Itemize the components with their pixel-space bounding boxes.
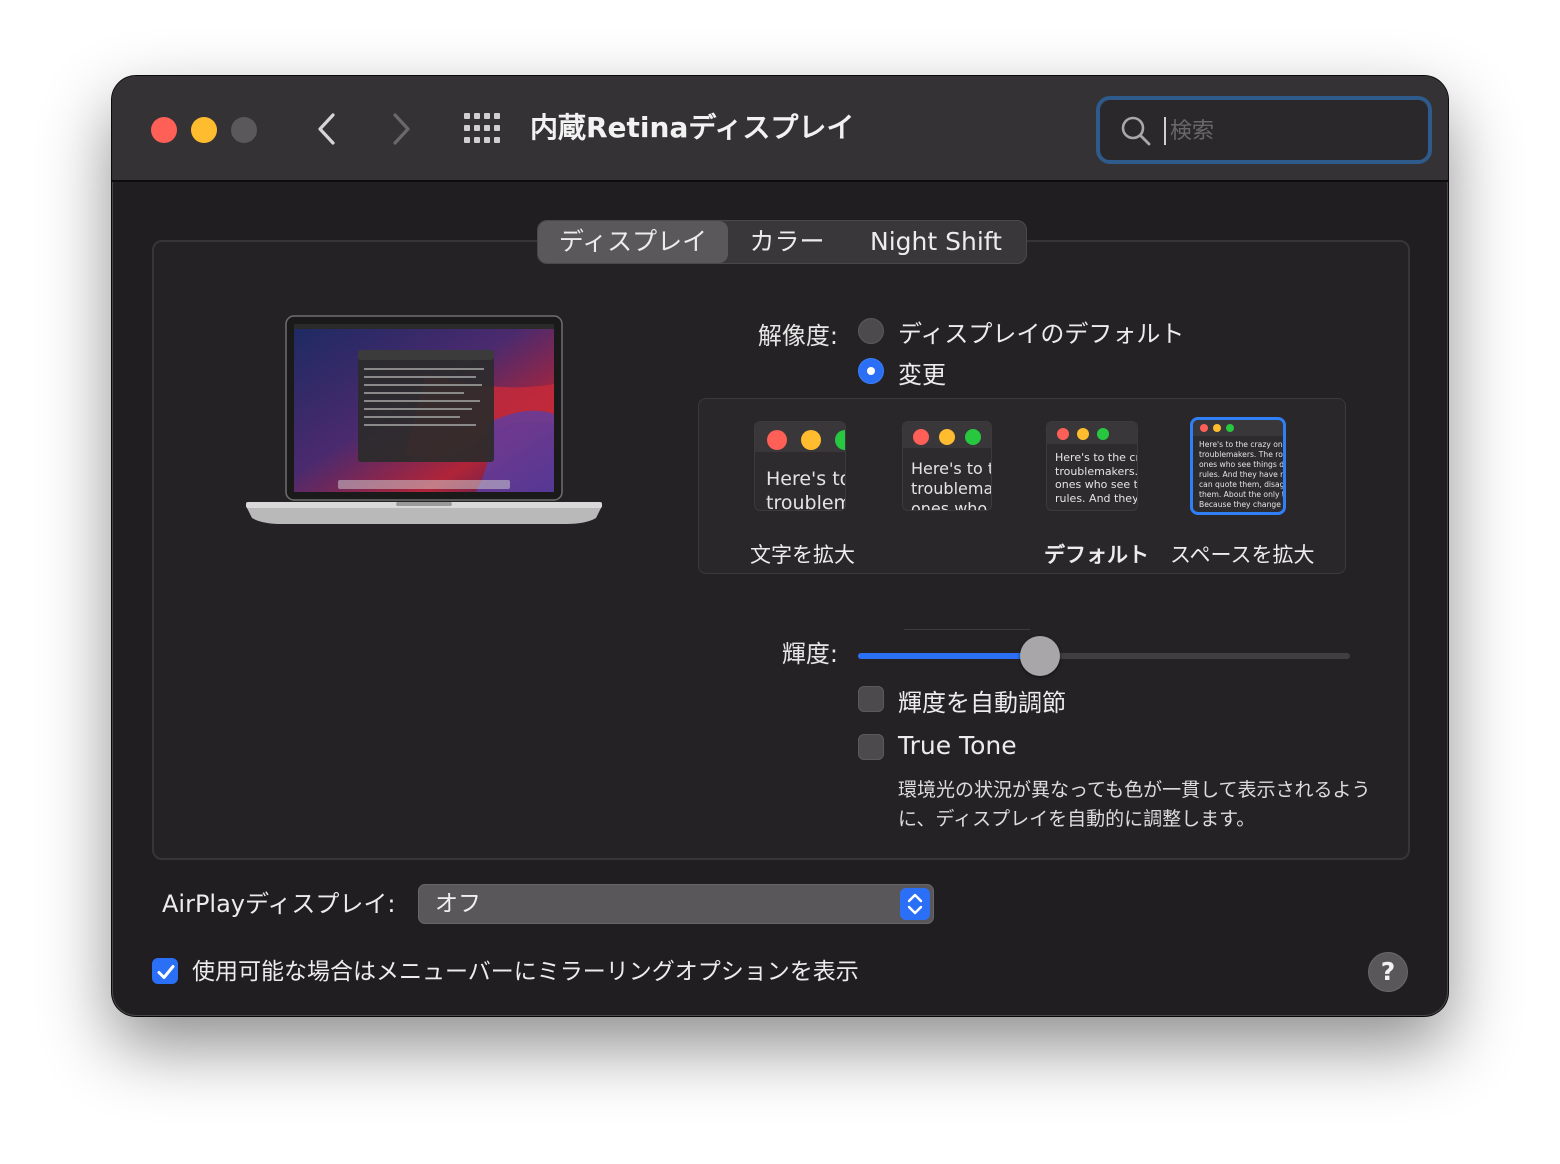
true-tone-label: True Tone xyxy=(898,731,1017,760)
preview-sample-text: Here's to the crazy one troublemakers. T… xyxy=(1199,440,1286,509)
updown-chevron-icon xyxy=(900,888,930,920)
scale-label-larger-text: 文字を拡大 xyxy=(750,543,855,567)
forward-arrow-icon[interactable] xyxy=(386,106,416,152)
tab-night-shift[interactable]: Night Shift xyxy=(846,221,1026,263)
back-arrow-icon[interactable] xyxy=(312,106,342,152)
preview-sample-text: Here's to t troublema ones who xyxy=(911,459,992,511)
text-caret xyxy=(1164,117,1166,145)
option-default-resolution-label: ディスプレイのデフォルト xyxy=(898,320,1185,348)
magnifier-icon xyxy=(1121,116,1151,146)
brightness-slider[interactable] xyxy=(858,636,1350,676)
radio-scaled-resolution[interactable] xyxy=(858,358,884,384)
auto-brightness-label: 輝度を自動調節 xyxy=(898,689,1066,717)
airplay-select-value: オフ xyxy=(435,891,481,917)
checkmark-icon xyxy=(157,965,175,979)
minimize-button[interactable] xyxy=(191,117,217,143)
resolution-preview-default[interactable]: Here's to the cr troublemakers. ones who… xyxy=(1046,421,1138,511)
brightness-slider-knob[interactable] xyxy=(1020,636,1061,676)
search-input[interactable] xyxy=(1168,110,1412,152)
resolution-preview-more-space[interactable]: Here's to the crazy one troublemakers. T… xyxy=(1190,417,1286,515)
scale-label-default: デフォルト xyxy=(1044,543,1149,567)
window-title: 内蔵Retinaディスプレイ xyxy=(530,111,855,144)
airplay-display-select[interactable]: オフ xyxy=(418,884,934,924)
preferences-window: 内蔵Retinaディスプレイ ディスプレイ カラー Night Shift xyxy=(112,76,1448,1016)
airplay-display-label: AirPlayディスプレイ: xyxy=(162,890,396,918)
mirroring-options-checkbox[interactable] xyxy=(152,958,178,984)
macbook-illustration xyxy=(246,315,602,524)
resolution-preview-2[interactable]: Here's to t troublema ones who xyxy=(902,421,992,511)
segmented-tabs: ディスプレイ カラー Night Shift xyxy=(537,220,1027,264)
auto-brightness-checkbox[interactable] xyxy=(858,686,884,712)
preview-sample-text: Here's to troublem xyxy=(766,468,846,511)
titlebar: 内蔵Retinaディスプレイ xyxy=(112,76,1448,182)
scale-divider xyxy=(904,629,1030,630)
tab-color[interactable]: カラー xyxy=(728,221,846,263)
search-field[interactable] xyxy=(1096,96,1432,164)
radio-default-resolution[interactable] xyxy=(858,318,884,344)
tab-display[interactable]: ディスプレイ xyxy=(538,221,728,263)
preview-sample-text: Here's to the cr troublemakers. ones who… xyxy=(1055,451,1138,505)
option-scaled-resolution-label: 変更 xyxy=(898,361,946,389)
brightness-label: 輝度: xyxy=(781,640,838,668)
zoom-button[interactable] xyxy=(231,117,257,143)
true-tone-description: 環境光の状況が異なっても色が一貫して表示されるように、ディスプレイを自動的に調整… xyxy=(898,779,1371,830)
true-tone-checkbox[interactable] xyxy=(858,734,884,760)
scale-label-more-space: スペースを拡大 xyxy=(1170,543,1315,567)
mirroring-options-label: 使用可能な場合はメニューバーにミラーリングオプションを表示 xyxy=(192,959,859,985)
help-button[interactable]: ? xyxy=(1368,952,1408,992)
resolution-label: 解像度: xyxy=(757,322,838,350)
brightness-slider-fill xyxy=(858,653,1041,659)
close-button[interactable] xyxy=(151,117,177,143)
resolution-preview-larger-text[interactable]: Here's to troublem xyxy=(754,421,846,511)
show-all-grid-icon[interactable] xyxy=(464,113,500,143)
